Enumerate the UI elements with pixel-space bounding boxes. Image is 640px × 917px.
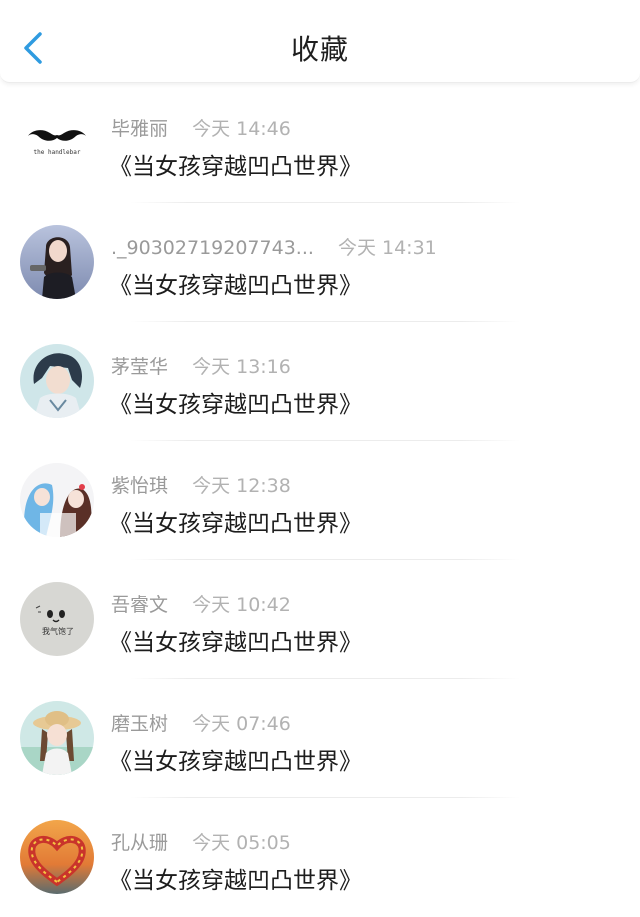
book-title: 《当女孩穿越凹凸世界》 bbox=[109, 511, 362, 537]
svg-text:我气饱了: 我气饱了 bbox=[42, 626, 74, 636]
list-item[interactable]: 孔从珊 今天 05:05 《当女孩穿越凹凸世界》 bbox=[0, 798, 640, 917]
mustache-logo-avatar[interactable]: the handlebar bbox=[20, 106, 94, 180]
list-item[interactable]: ._90302719207743... 今天 14:31 《当女孩穿越凹凸世界》 bbox=[0, 203, 640, 322]
favorites-list: the handlebar 毕雅丽 今天 14:46 《当女孩穿越凹凸世界》 .… bbox=[0, 84, 640, 917]
user-name: 紫怡琪 bbox=[111, 475, 169, 497]
list-item[interactable]: the handlebar 毕雅丽 今天 14:46 《当女孩穿越凹凸世界》 bbox=[0, 84, 640, 203]
book-title: 《当女孩穿越凹凸世界》 bbox=[109, 392, 362, 418]
user-name: 吾睿文 bbox=[111, 594, 169, 616]
book-title: 《当女孩穿越凹凸世界》 bbox=[109, 154, 362, 180]
book-title: 《当女孩穿越凹凸世界》 bbox=[109, 749, 362, 775]
user-name: 茅莹华 bbox=[111, 356, 169, 378]
timestamp: 今天 14:31 bbox=[337, 237, 437, 259]
timestamp: 今天 13:16 bbox=[192, 356, 291, 378]
list-item[interactable]: 我气饱了 吾睿文 今天 10:42 《当女孩穿越凹凸世界》 bbox=[0, 560, 640, 679]
timestamp: 今天 10:42 bbox=[192, 594, 291, 616]
user-name: ._90302719207743... bbox=[111, 237, 314, 259]
book-title: 《当女孩穿越凹凸世界》 bbox=[109, 630, 362, 656]
list-item[interactable]: 茅莹华 今天 13:16 《当女孩穿越凹凸世界》 bbox=[0, 322, 640, 441]
page-title: 收藏 bbox=[290, 33, 349, 66]
doodle-face-avatar[interactable]: 我气饱了 bbox=[20, 582, 94, 656]
timestamp: 今天 12:38 bbox=[192, 475, 291, 497]
user-name: 孔从珊 bbox=[111, 832, 169, 854]
anime-girls-avatar[interactable] bbox=[20, 463, 94, 537]
list-item[interactable]: 磨玉树 今天 07:46 《当女孩穿越凹凸世界》 bbox=[0, 679, 640, 798]
timestamp: 今天 14:46 bbox=[192, 118, 291, 140]
heart-sunset-avatar[interactable] bbox=[20, 820, 94, 894]
girl-photo-avatar[interactable] bbox=[20, 225, 94, 299]
girl-straw-hat-avatar[interactable] bbox=[20, 701, 94, 775]
top-bar: 收藏 bbox=[0, 0, 640, 83]
svg-text:the handlebar: the handlebar bbox=[34, 149, 81, 156]
user-name: 磨玉树 bbox=[111, 713, 169, 735]
timestamp: 今天 07:46 bbox=[192, 713, 291, 735]
timestamp: 今天 05:05 bbox=[192, 832, 291, 854]
user-name: 毕雅丽 bbox=[111, 118, 169, 140]
anime-boy-avatar[interactable] bbox=[20, 344, 94, 418]
book-title: 《当女孩穿越凹凸世界》 bbox=[109, 273, 362, 299]
list-item[interactable]: 紫怡琪 今天 12:38 《当女孩穿越凹凸世界》 bbox=[0, 441, 640, 560]
book-title: 《当女孩穿越凹凸世界》 bbox=[109, 868, 362, 894]
